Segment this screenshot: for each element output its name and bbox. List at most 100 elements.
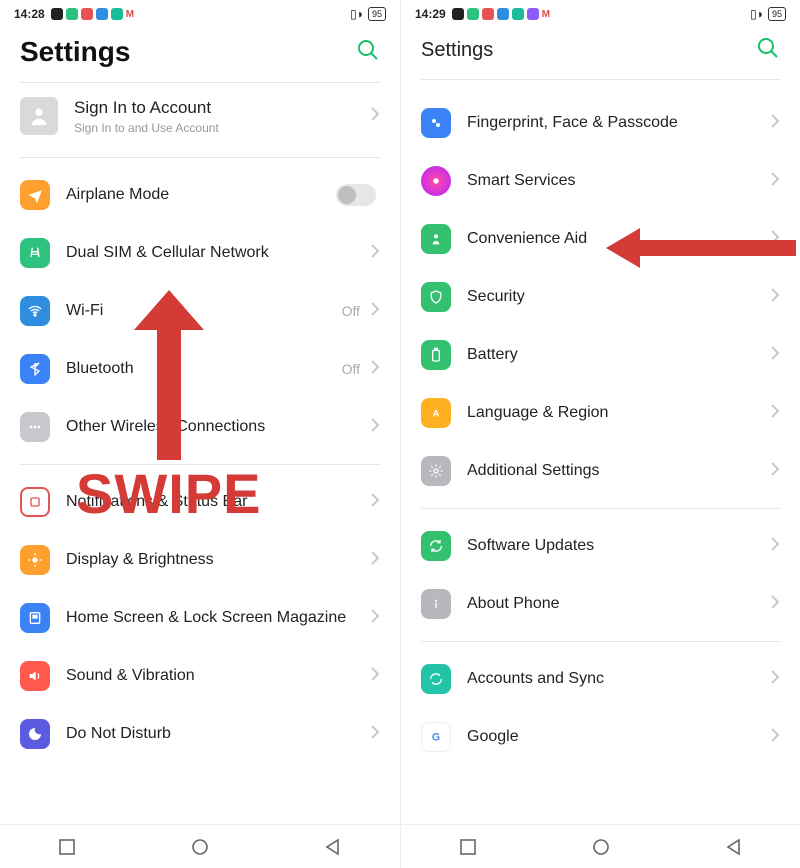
dnd-row[interactable]: Do Not Disturb bbox=[0, 705, 400, 763]
airplane-toggle[interactable] bbox=[336, 184, 376, 206]
chevron-right-icon bbox=[370, 724, 380, 745]
search-icon bbox=[356, 38, 380, 62]
battery-icon bbox=[421, 340, 451, 370]
status-app-icon bbox=[497, 8, 509, 20]
battery-indicator: 95 bbox=[768, 7, 786, 21]
convenience-icon bbox=[421, 224, 451, 254]
chevron-right-icon bbox=[370, 417, 380, 438]
back-button[interactable] bbox=[324, 838, 342, 856]
sign-in-subtitle: Sign In to and Use Account bbox=[74, 121, 370, 135]
convenience-aid-row[interactable]: Convenience Aid bbox=[401, 210, 800, 268]
sync-icon bbox=[421, 664, 451, 694]
sound-row[interactable]: Sound & Vibration bbox=[0, 647, 400, 705]
settings-header: Settings bbox=[0, 28, 400, 82]
bluetooth-row[interactable]: Bluetooth Off bbox=[0, 340, 400, 398]
chevron-right-icon bbox=[770, 727, 780, 748]
bluetooth-icon bbox=[20, 354, 50, 384]
smart-services-icon bbox=[421, 166, 451, 196]
additional-settings-row[interactable]: Additional Settings bbox=[401, 442, 800, 500]
status-app-icon bbox=[111, 8, 123, 20]
settings-list[interactable]: Fingerprint, Face & Passcode Smart Servi… bbox=[401, 79, 800, 824]
home-button[interactable] bbox=[191, 838, 209, 856]
status-time: 14:28 bbox=[14, 7, 45, 21]
wifi-value: Off bbox=[342, 303, 360, 319]
dnd-icon bbox=[20, 719, 50, 749]
bluetooth-value: Off bbox=[342, 361, 360, 377]
status-app-icon bbox=[66, 8, 78, 20]
sound-icon bbox=[20, 661, 50, 691]
other-wireless-row[interactable]: Other Wireless Connections bbox=[0, 398, 400, 456]
home-screen-row[interactable]: Home Screen & Lock Screen Magazine bbox=[0, 589, 400, 647]
android-navbar bbox=[401, 824, 800, 868]
dual-sim-row[interactable]: Dual SIM & Cellular Network bbox=[0, 224, 400, 282]
airplane-icon bbox=[20, 180, 50, 210]
about-phone-row[interactable]: About Phone bbox=[401, 575, 800, 633]
recents-button[interactable] bbox=[459, 838, 477, 856]
page-title: Settings bbox=[20, 36, 356, 68]
search-button[interactable] bbox=[356, 38, 380, 67]
fingerprint-row[interactable]: Fingerprint, Face & Passcode bbox=[401, 94, 800, 152]
chevron-right-icon bbox=[770, 171, 780, 192]
sign-in-title: Sign In to Account bbox=[74, 97, 370, 118]
google-row[interactable]: G Google bbox=[401, 708, 800, 766]
more-icon bbox=[20, 412, 50, 442]
security-row[interactable]: Security bbox=[401, 268, 800, 326]
status-bar: 14:28 M ▯◗ 95 bbox=[0, 0, 400, 28]
fingerprint-icon bbox=[421, 108, 451, 138]
language-row[interactable]: A Language & Region bbox=[401, 384, 800, 442]
sign-in-row[interactable]: Sign In to Account Sign In to and Use Ac… bbox=[0, 83, 400, 149]
status-app-icon bbox=[96, 8, 108, 20]
chevron-right-icon bbox=[770, 287, 780, 308]
status-app-icon bbox=[512, 8, 524, 20]
page-title: Settings bbox=[421, 39, 756, 62]
chevron-right-icon bbox=[370, 243, 380, 264]
google-icon: G bbox=[421, 722, 451, 752]
status-bar: 14:29 M ▯◗ 95 bbox=[401, 0, 800, 28]
svg-text:G: G bbox=[432, 731, 440, 743]
wifi-icon bbox=[20, 296, 50, 326]
wifi-row[interactable]: Wi-Fi Off bbox=[0, 282, 400, 340]
recents-button[interactable] bbox=[58, 838, 76, 856]
back-button[interactable] bbox=[725, 838, 743, 856]
avatar-icon bbox=[20, 97, 58, 135]
smart-services-row[interactable]: Smart Services bbox=[401, 152, 800, 210]
chevron-right-icon bbox=[770, 345, 780, 366]
airplane-mode-row[interactable]: Airplane Mode bbox=[0, 166, 400, 224]
status-app-icon bbox=[81, 8, 93, 20]
settings-list[interactable]: Sign In to Account Sign In to and Use Ac… bbox=[0, 82, 400, 824]
home-screen-icon bbox=[20, 603, 50, 633]
display-row[interactable]: Display & Brightness bbox=[0, 531, 400, 589]
status-icons-right: ▯◗ 95 bbox=[750, 7, 786, 21]
chevron-right-icon bbox=[370, 550, 380, 571]
software-updates-row[interactable]: Software Updates bbox=[401, 517, 800, 575]
chevron-right-icon bbox=[770, 536, 780, 557]
battery-row[interactable]: Battery bbox=[401, 326, 800, 384]
vibrate-icon: ▯◗ bbox=[750, 7, 764, 21]
status-app-icon bbox=[51, 8, 63, 20]
chevron-right-icon bbox=[370, 608, 380, 629]
notifications-icon bbox=[20, 487, 50, 517]
status-icons-left: M bbox=[452, 8, 550, 20]
status-app-icon bbox=[527, 8, 539, 20]
chevron-right-icon bbox=[370, 492, 380, 513]
update-icon bbox=[421, 531, 451, 561]
chevron-right-icon bbox=[770, 461, 780, 482]
info-icon bbox=[421, 589, 451, 619]
notifications-row[interactable]: Notifications & Status Bar bbox=[0, 473, 400, 531]
sim-icon bbox=[20, 238, 50, 268]
svg-text:A: A bbox=[433, 408, 440, 418]
search-icon bbox=[756, 36, 780, 60]
android-navbar bbox=[0, 824, 400, 868]
chevron-right-icon bbox=[770, 229, 780, 250]
search-button[interactable] bbox=[756, 36, 780, 65]
phone-right: 14:29 M ▯◗ 95 Settings bbox=[400, 0, 800, 868]
gmail-icon: M bbox=[542, 8, 550, 20]
gmail-icon: M bbox=[126, 8, 134, 20]
status-icons-left: M bbox=[51, 8, 134, 20]
shield-icon bbox=[421, 282, 451, 312]
brightness-icon bbox=[20, 545, 50, 575]
chevron-right-icon bbox=[770, 669, 780, 690]
chevron-right-icon bbox=[770, 113, 780, 134]
home-button[interactable] bbox=[592, 838, 610, 856]
accounts-sync-row[interactable]: Accounts and Sync bbox=[401, 650, 800, 708]
